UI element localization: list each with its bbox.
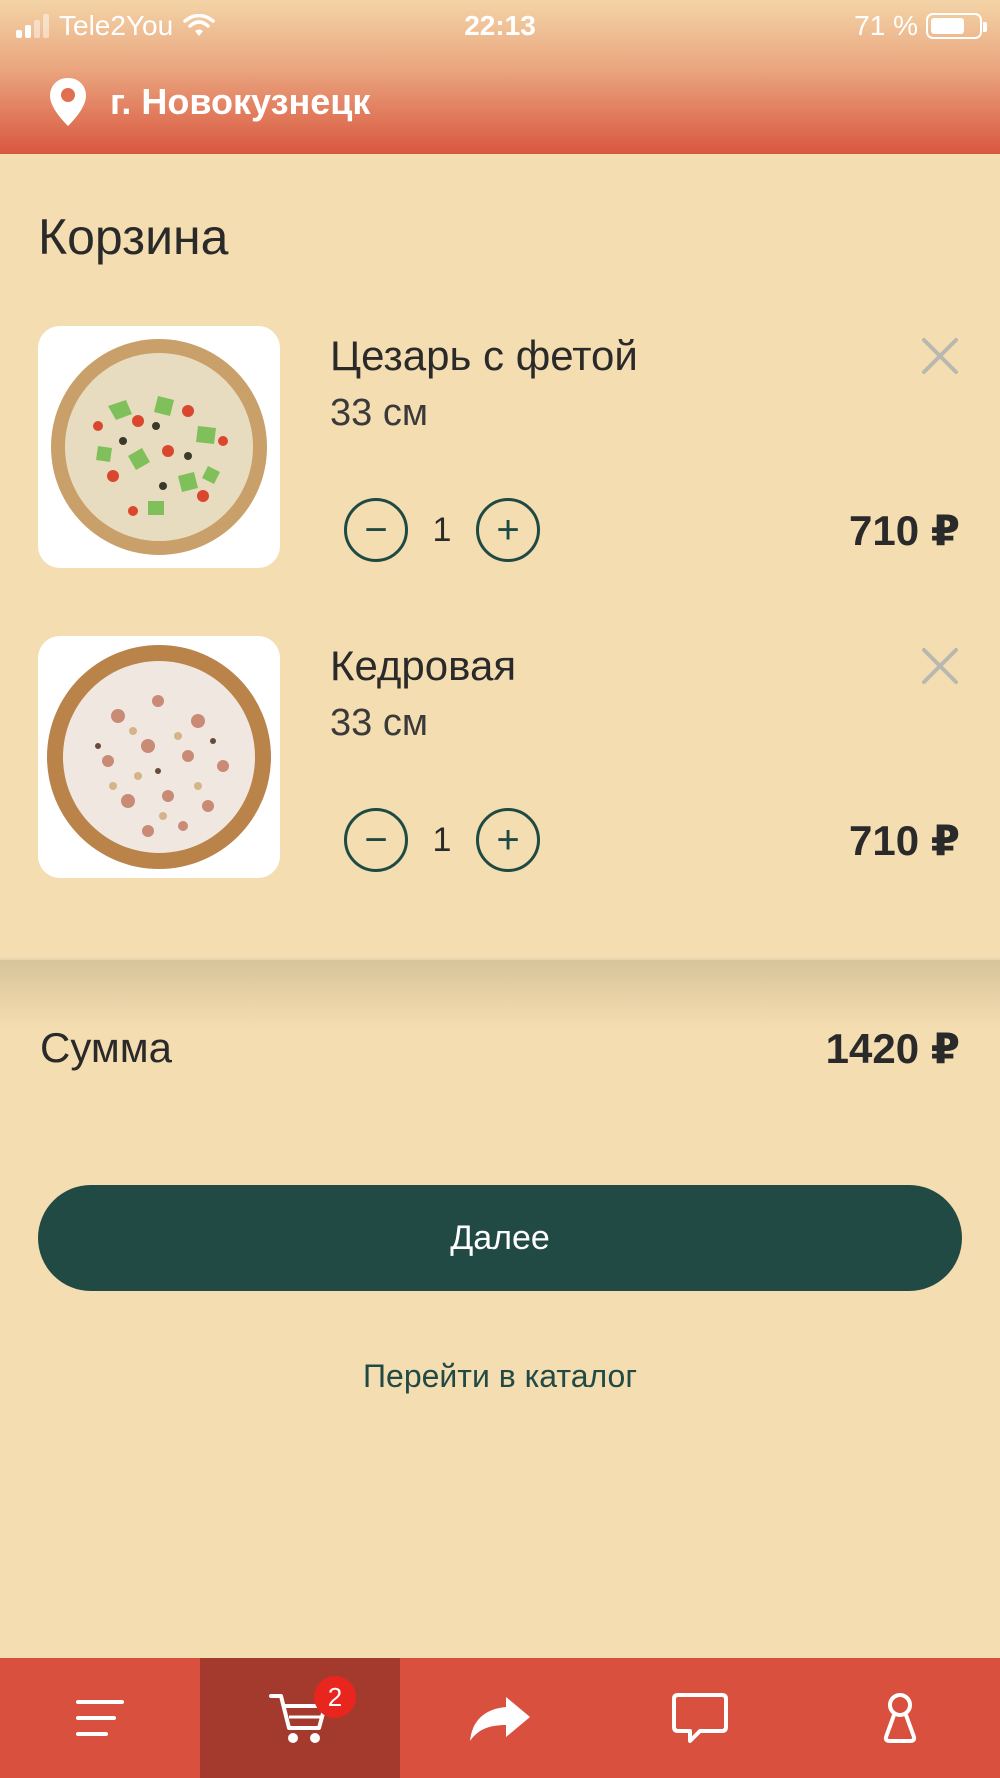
profile-icon bbox=[883, 1693, 917, 1743]
bottom-tab-bar: 2 bbox=[0, 1658, 1000, 1778]
tab-profile[interactable] bbox=[800, 1658, 1000, 1778]
city-name: г. Новокузнецк bbox=[110, 81, 371, 122]
total-label: Сумма bbox=[40, 1024, 172, 1071]
tab-share[interactable] bbox=[400, 1658, 600, 1778]
go-to-catalog-link[interactable]: Перейти в каталог bbox=[0, 1358, 1000, 1395]
chat-icon bbox=[672, 1693, 728, 1743]
quantity-stepper: − 1 + bbox=[344, 498, 540, 562]
decrease-quantity-button[interactable]: − bbox=[344, 498, 408, 562]
section-divider bbox=[0, 958, 1000, 1028]
increase-quantity-button[interactable]: + bbox=[476, 808, 540, 872]
next-button[interactable]: Далее bbox=[38, 1185, 962, 1291]
cart-item: Цезарь с фетой 33 см − 1 + 710 ₽ bbox=[0, 326, 1000, 568]
tab-cart[interactable]: 2 bbox=[200, 1658, 400, 1778]
increase-quantity-button[interactable]: + bbox=[476, 498, 540, 562]
product-image bbox=[38, 326, 280, 568]
decrease-quantity-button[interactable]: − bbox=[344, 808, 408, 872]
product-price: 710 ₽ bbox=[849, 507, 960, 554]
product-size: 33 см bbox=[330, 392, 428, 434]
product-name: Цезарь с фетой bbox=[330, 332, 638, 379]
product-image bbox=[38, 636, 280, 878]
location-pin-icon bbox=[50, 78, 86, 126]
cart-item: Кедровая 33 см − 1 + 710 ₽ bbox=[0, 636, 1000, 878]
city-selector[interactable]: г. Новокузнецк bbox=[48, 76, 370, 128]
product-price: 710 ₽ bbox=[849, 817, 960, 864]
quantity-value: 1 bbox=[432, 820, 452, 859]
quantity-stepper: − 1 + bbox=[344, 808, 540, 872]
app-header: Tele2You 22:13 71 % г. Новокузнецк bbox=[0, 0, 1000, 154]
battery-icon bbox=[926, 13, 987, 39]
tab-chat[interactable] bbox=[600, 1658, 800, 1778]
remove-item-button[interactable] bbox=[918, 334, 962, 378]
product-size: 33 см bbox=[330, 702, 428, 744]
status-time: 22:13 bbox=[464, 10, 536, 41]
battery-info: 71 % bbox=[854, 10, 987, 42]
product-name: Кедровая bbox=[330, 642, 517, 689]
menu-icon bbox=[76, 1700, 124, 1736]
battery-percent: 71 % bbox=[854, 10, 918, 41]
close-icon bbox=[922, 338, 958, 374]
remove-item-button[interactable] bbox=[918, 644, 962, 688]
quantity-value: 1 bbox=[432, 510, 452, 549]
tab-menu[interactable] bbox=[0, 1658, 200, 1778]
cart-count-badge: 2 bbox=[314, 1676, 356, 1718]
share-icon bbox=[470, 1697, 530, 1741]
close-icon bbox=[922, 648, 958, 684]
status-bar: Tele2You 22:13 71 % bbox=[0, 0, 1000, 52]
total-value: 1420 ₽ bbox=[825, 1025, 960, 1072]
page-title: Корзина bbox=[38, 209, 229, 265]
